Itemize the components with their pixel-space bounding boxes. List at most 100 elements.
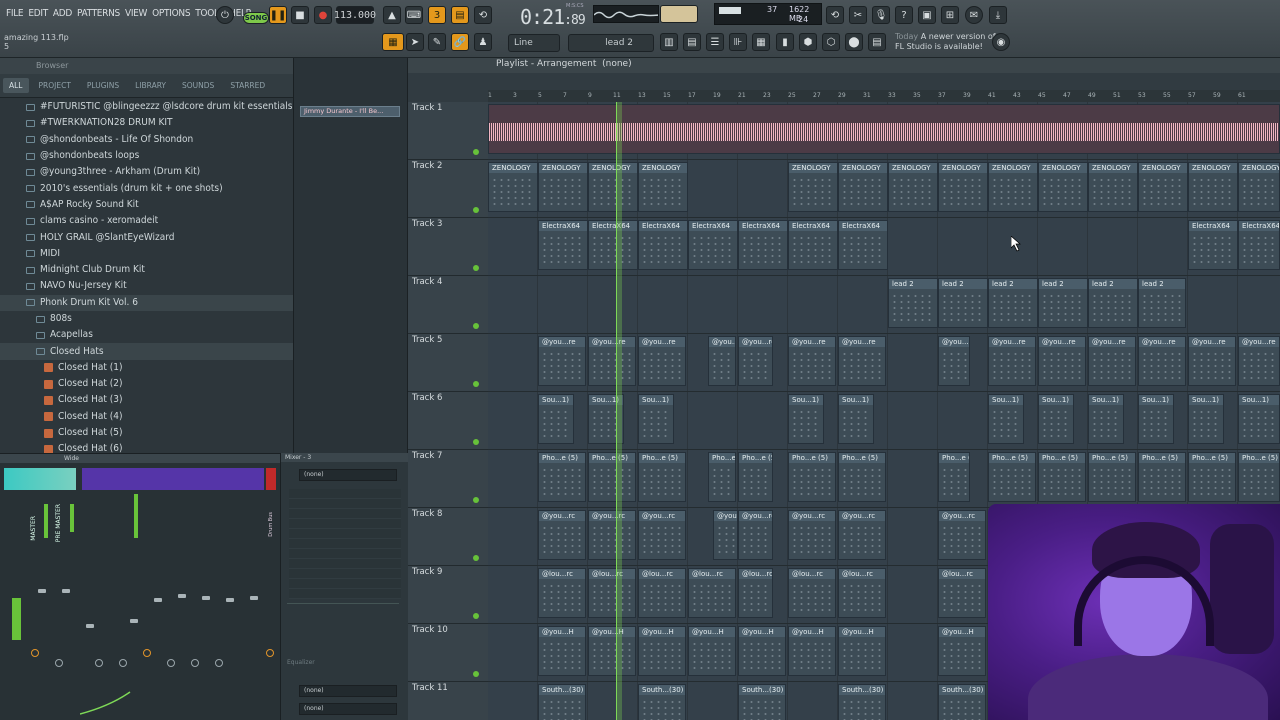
pattern-clip[interactable]: ElectraX64 [788, 220, 838, 270]
plugin-icon[interactable]: ⊞ [941, 6, 959, 24]
folder-item[interactable]: @shondonbeats - Life Of Shondon [0, 132, 293, 148]
tab-project[interactable]: PROJECT [33, 78, 77, 93]
link-icon[interactable]: 🔗 [451, 33, 469, 51]
pattern-clip[interactable]: @you...re [588, 336, 636, 386]
track-mute-led[interactable] [473, 207, 479, 213]
folder-item[interactable]: HOLY GRAIL @SlantEyeWizard [0, 229, 293, 245]
menu-file[interactable]: FILE [6, 8, 24, 19]
pattern-clip[interactable]: @you...H [688, 626, 736, 676]
channel-rack-icon[interactable]: ▦ [752, 33, 770, 51]
menu-add[interactable]: ADD [53, 8, 72, 19]
pattern-clip[interactable]: ZENOLOGY [1188, 162, 1238, 212]
pencil-icon[interactable]: ✎ [428, 33, 446, 51]
song-mode-button[interactable]: SONG [243, 12, 269, 24]
record-icon[interactable]: ● [314, 6, 332, 24]
menu-options[interactable]: OPTIONS [152, 8, 190, 19]
tab-sounds[interactable]: SOUNDS [176, 78, 220, 93]
pattern-clip[interactable]: Pho...e (5) [638, 452, 686, 502]
pattern-clip[interactable]: Pho...e (5) [708, 452, 736, 502]
tempo-display[interactable]: 113.000 [334, 6, 376, 24]
pattern-clip[interactable]: @you...H [588, 626, 636, 676]
pattern-clip[interactable]: @lou...rc [538, 568, 586, 618]
folder-item[interactable]: NAVO Nu-Jersey Kit [0, 278, 293, 294]
pattern-clip[interactable]: ZENOLOGY [1238, 162, 1280, 212]
pattern-clip[interactable]: @you...H [738, 626, 786, 676]
pattern-clip[interactable]: @you...H [638, 626, 686, 676]
track-mute-led[interactable] [473, 323, 479, 329]
file-item[interactable]: Closed Hat (4) [0, 409, 293, 425]
track-header[interactable]: Track 10 [408, 624, 488, 682]
pattern-clip[interactable]: @you...H [838, 626, 886, 676]
track-header[interactable]: Track 9 [408, 566, 488, 624]
folder-item[interactable]: #FUTURISTIC @blingeezzz @lsdcore drum ki… [0, 99, 293, 115]
stamp-icon[interactable]: ♟ [474, 33, 492, 51]
pattern-clip[interactable]: ZENOLOGY [888, 162, 938, 212]
pattern-clip[interactable]: ZENOLOGY [1038, 162, 1088, 212]
pan-knob[interactable] [31, 649, 39, 657]
folder-item[interactable]: MIDI [0, 246, 293, 262]
pattern-clip[interactable]: ZENOLOGY [988, 162, 1038, 212]
folder-item-open[interactable]: Phonk Drum Kit Vol. 6 [0, 294, 293, 311]
folder-item[interactable]: @shondonbeats loops [0, 148, 293, 164]
track-lane[interactable]: @you...re @you...re @you...re @you...re @you… [488, 334, 1280, 392]
track-lane[interactable]: Sou...1) Sou...1) Sou...1) Sou...1) Sou...1)… [488, 392, 1280, 450]
pattern-clip[interactable]: @you...re [638, 336, 686, 386]
pattern-clip[interactable]: @you...re [838, 336, 886, 386]
pattern-select[interactable]: lead 2 [568, 34, 654, 52]
menu-view[interactable]: VIEW [125, 8, 147, 19]
pattern-clip[interactable]: ZENOLOGY [588, 162, 638, 212]
pattern-clip[interactable]: @you...rc [638, 510, 686, 560]
pattern-clip[interactable]: @you...re [538, 336, 586, 386]
pattern-clip[interactable]: @you...re [788, 336, 836, 386]
step-seq-icon[interactable]: ▤ [683, 33, 701, 51]
blend-notes-icon[interactable]: ▤ [451, 6, 469, 24]
pattern-clip[interactable]: Sou...1) [1138, 394, 1174, 444]
subfolder-item[interactable]: 808s [0, 311, 293, 327]
pattern-clip[interactable]: Pho...e (5) [988, 452, 1036, 502]
track-mute-led[interactable] [473, 671, 479, 677]
piano-roll-icon[interactable]: ▥ [660, 33, 678, 51]
pattern-clip[interactable]: @lou...rc [638, 568, 686, 618]
song-position[interactable]: 0:21:89 [520, 5, 586, 29]
pattern-clip[interactable]: ElectraX64 [838, 220, 888, 270]
pattern-clip[interactable]: @you...rc [838, 510, 886, 560]
pattern-clip[interactable]: Sou...1) [1038, 394, 1074, 444]
pattern-clip[interactable]: @you...re [1188, 336, 1236, 386]
pattern-clip[interactable]: Sou...1) [1238, 394, 1280, 444]
pattern-clip[interactable]: lead 2 [988, 278, 1038, 328]
pattern-clip[interactable]: ZENOLOGY [638, 162, 688, 212]
pattern-clip[interactable]: ElectraX64 [1188, 220, 1238, 270]
power-icon[interactable]: ⏻ [216, 6, 234, 24]
track-mute-led[interactable] [473, 555, 479, 561]
playlist-toggle-icon[interactable]: ▦ [382, 33, 404, 51]
pattern-clip[interactable]: lead 2 [1088, 278, 1138, 328]
pattern-clip[interactable]: South...(30) [938, 684, 986, 720]
pattern-clip[interactable]: South...(30) [838, 684, 886, 720]
file-item[interactable]: Closed Hat (1) [0, 360, 293, 376]
pattern-clip[interactable]: ZENOLOGY [938, 162, 988, 212]
pattern-clip[interactable]: @you...re [738, 336, 773, 386]
pan-knob[interactable] [55, 659, 63, 667]
pattern-clip[interactable]: @you...rc [788, 510, 836, 560]
pattern-clip[interactable]: South...(30) [738, 684, 786, 720]
snap-select[interactable]: Line [508, 34, 560, 52]
download-icon[interactable]: ⤓ [989, 6, 1007, 24]
menu-patterns[interactable]: PATTERNS [77, 8, 120, 19]
track-lane[interactable] [488, 102, 1280, 160]
pattern-clip[interactable]: ElectraX64 [688, 220, 738, 270]
track-mute-led[interactable] [473, 149, 479, 155]
pattern-clip[interactable]: Sou...1) [788, 394, 824, 444]
tab-starred[interactable]: STARRED [224, 78, 271, 93]
pattern-clip[interactable]: Sou...1) [538, 394, 574, 444]
track-lane[interactable]: lead 2 lead 2 lead 2 lead 2 lead 2 lead 2 [488, 276, 1280, 334]
fader-handle[interactable] [130, 619, 138, 623]
tab-library[interactable]: LIBRARY [129, 78, 172, 93]
pattern-clip[interactable]: Pho...e (5) [1088, 452, 1136, 502]
pattern-clip[interactable]: @lou...rc [938, 568, 986, 618]
help-icon[interactable]: ? [895, 6, 913, 24]
pattern-clip[interactable]: @you...H [538, 626, 586, 676]
metronome-icon[interactable]: ▲ [383, 6, 401, 24]
pattern-clip[interactable]: @you...rc [938, 510, 986, 560]
pattern-clip[interactable]: Pho...e (5) [738, 452, 773, 502]
pattern-clip[interactable]: @you...rc [738, 510, 773, 560]
